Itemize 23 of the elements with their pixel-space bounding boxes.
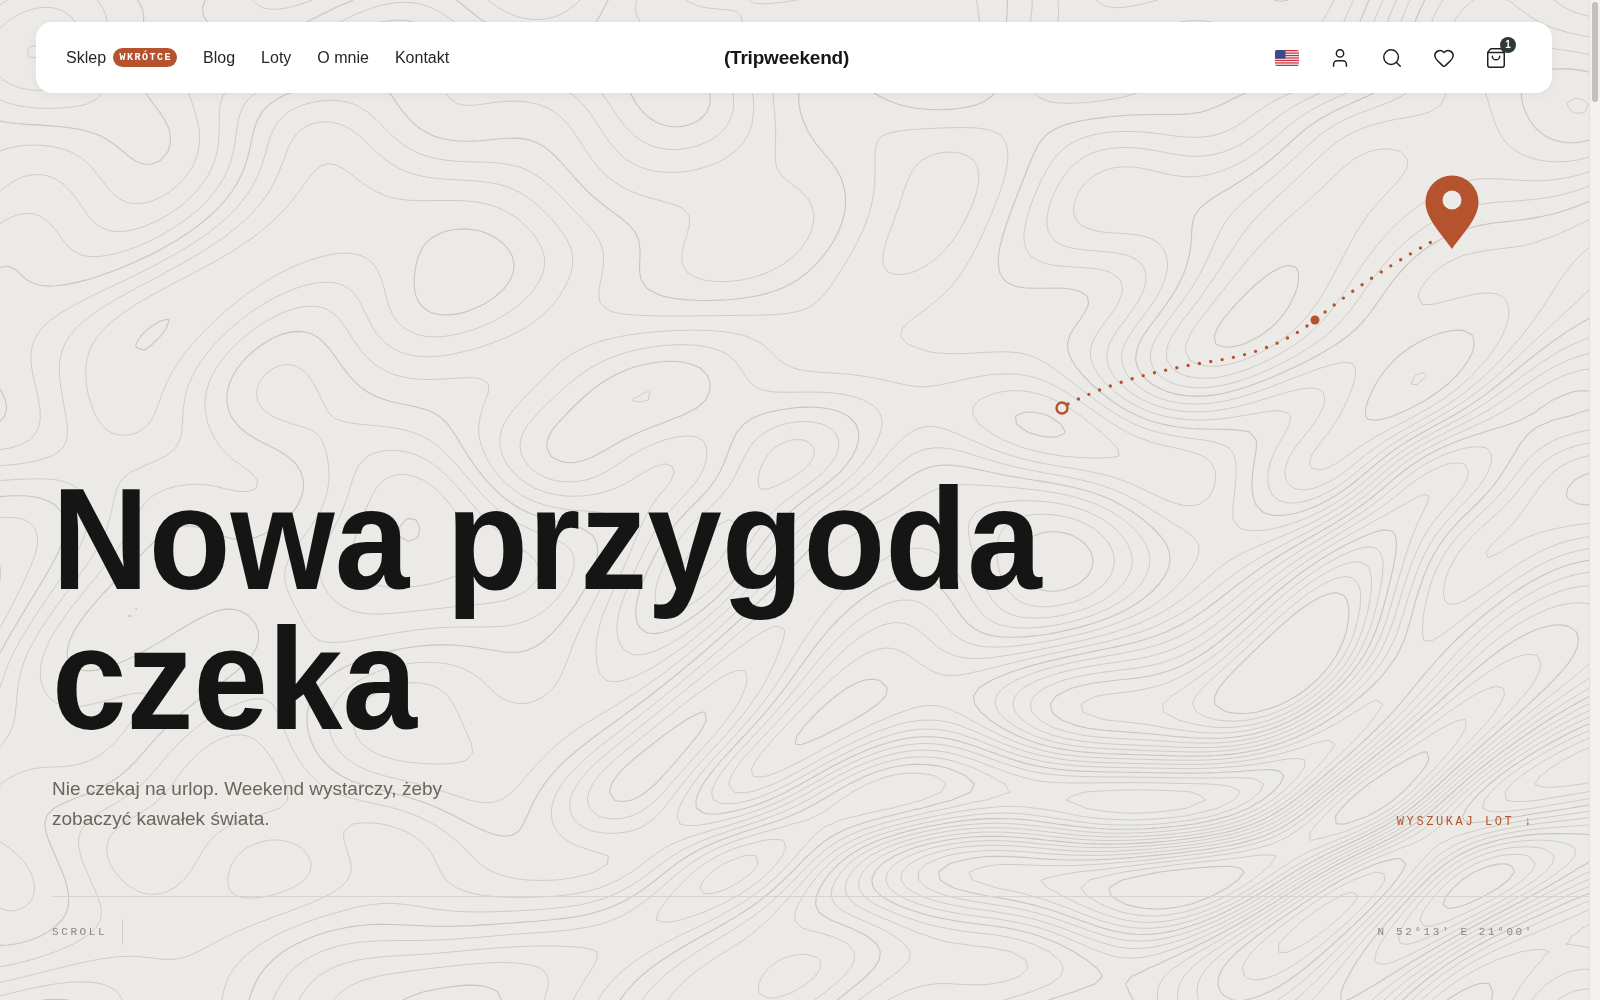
language-button[interactable] — [1275, 49, 1299, 66]
map-pin-icon — [1425, 175, 1479, 249]
scroll-label: SCROLL — [52, 926, 108, 938]
ring-marker-icon — [1055, 401, 1069, 415]
cart-button[interactable]: 1 — [1485, 36, 1516, 69]
search-icon — [1381, 46, 1403, 69]
scrollbar-thumb[interactable] — [1592, 2, 1598, 102]
dot-marker-icon — [1310, 315, 1320, 325]
coordinates-text: N 52°13' E 21°00' — [1377, 926, 1534, 938]
site-logo[interactable]: (Tripweekend) — [723, 46, 850, 69]
nav-link[interactable]: Kontakt — [394, 48, 450, 67]
nav-link[interactable]: O mnie — [317, 48, 369, 67]
coming-soon-badge: WKRÓTCE — [113, 48, 178, 67]
search-button[interactable] — [1381, 46, 1403, 69]
nav-link[interactable]: Loty — [261, 48, 292, 67]
search-flight-link[interactable]: WYSZUKAJ LOT ↓ — [1396, 815, 1534, 829]
hero-heading: Nowa przygoda czeka — [52, 470, 1044, 750]
shopping-bag-icon — [1485, 46, 1507, 69]
nav-link[interactable]: Blog — [203, 48, 236, 67]
flag-icon — [1275, 49, 1299, 66]
hero-subtitle: Nie czekaj na urlop. Weekend wystarczy, żeby zobaczyć kawałek świata. — [52, 777, 444, 831]
cart-count-badge: 1 — [1500, 36, 1516, 53]
nav-link[interactable]: Sklep — [66, 48, 107, 67]
